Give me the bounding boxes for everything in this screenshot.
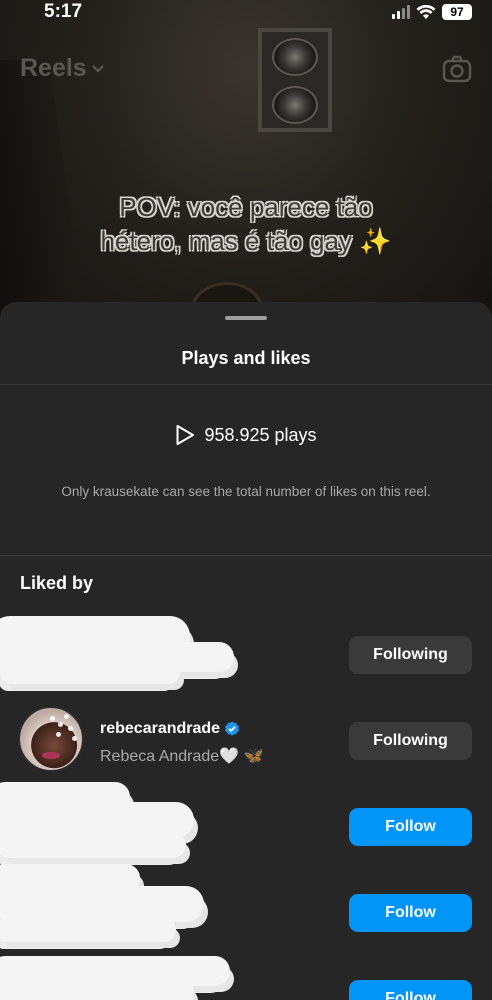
reel-caption-line: hétero, mas é tão gay ✨ — [40, 224, 452, 258]
plays-count-row: 958.925 plays — [0, 424, 492, 446]
plays-count: 958.925 plays — [204, 424, 317, 445]
avatar-lips — [42, 752, 60, 759]
follow-button[interactable]: Follow — [349, 980, 472, 1000]
camera-icon[interactable] — [442, 54, 472, 84]
redaction-scribble — [0, 832, 186, 858]
ceiling-light-bulb — [272, 86, 318, 124]
reels-title-label: Reels — [20, 54, 87, 82]
wifi-icon — [416, 4, 436, 19]
status-icons: 97 — [392, 2, 472, 22]
liked-by-heading: Liked by — [20, 573, 94, 593]
white-heart-emoji: 🤍 — [219, 748, 240, 765]
reel-caption-line: POV: você parece tão — [119, 192, 373, 222]
redaction-scribble — [0, 886, 204, 922]
ceiling-light-bulb — [272, 38, 318, 76]
reel-caption-text: hétero, mas é tão gay — [100, 226, 352, 256]
likes-privacy-note: Only krausekate can see the total number… — [61, 484, 431, 499]
reels-title-dropdown[interactable]: Reels — [20, 54, 105, 83]
sheet-drag-handle[interactable] — [225, 316, 267, 320]
play-icon — [176, 425, 195, 445]
sheet-title: Plays and likes — [181, 348, 311, 368]
following-button[interactable]: Following — [349, 722, 472, 760]
redaction-scribble — [0, 978, 194, 1000]
list-item[interactable]: Follow — [0, 864, 492, 950]
chevron-down-icon — [91, 64, 104, 73]
reel-caption: POV: você parece tão hétero, mas é tão g… — [40, 190, 452, 258]
redaction-scribble — [0, 660, 180, 684]
divider — [0, 555, 492, 556]
sparkles-emoji: ✨ — [359, 226, 392, 256]
list-item[interactable]: Follow — [0, 956, 492, 1000]
battery-indicator: 97 — [442, 4, 472, 20]
reel-video-background — [0, 0, 492, 340]
username[interactable]: rebecarandrade — [100, 720, 240, 738]
full-name-label: Rebeca Andrade — [100, 748, 220, 765]
follow-button[interactable]: Follow — [349, 808, 472, 846]
user-full-name: Rebeca Andrade🤍 🦋 — [100, 746, 264, 766]
follow-button[interactable]: Follow — [349, 894, 472, 932]
status-time: 5:17 — [44, 1, 83, 22]
ceiling-light — [258, 28, 332, 132]
redaction-scribble — [0, 918, 176, 942]
list-item[interactable]: rebecarandrade Rebeca Andrade🤍 🦋 Followi… — [0, 706, 492, 778]
butterfly-emoji: 🦋 — [243, 748, 264, 765]
avatar[interactable] — [18, 706, 84, 772]
cellular-signal-icon — [392, 5, 410, 19]
following-button[interactable]: Following — [349, 636, 472, 674]
list-item[interactable]: Follow — [0, 782, 492, 864]
divider — [0, 384, 492, 385]
plays-and-likes-sheet: Plays and likes 958.925 plays Only kraus… — [0, 302, 492, 1000]
username-label: rebecarandrade — [100, 720, 221, 737]
list-item[interactable]: Following — [0, 616, 492, 692]
verified-badge-icon — [225, 721, 240, 736]
